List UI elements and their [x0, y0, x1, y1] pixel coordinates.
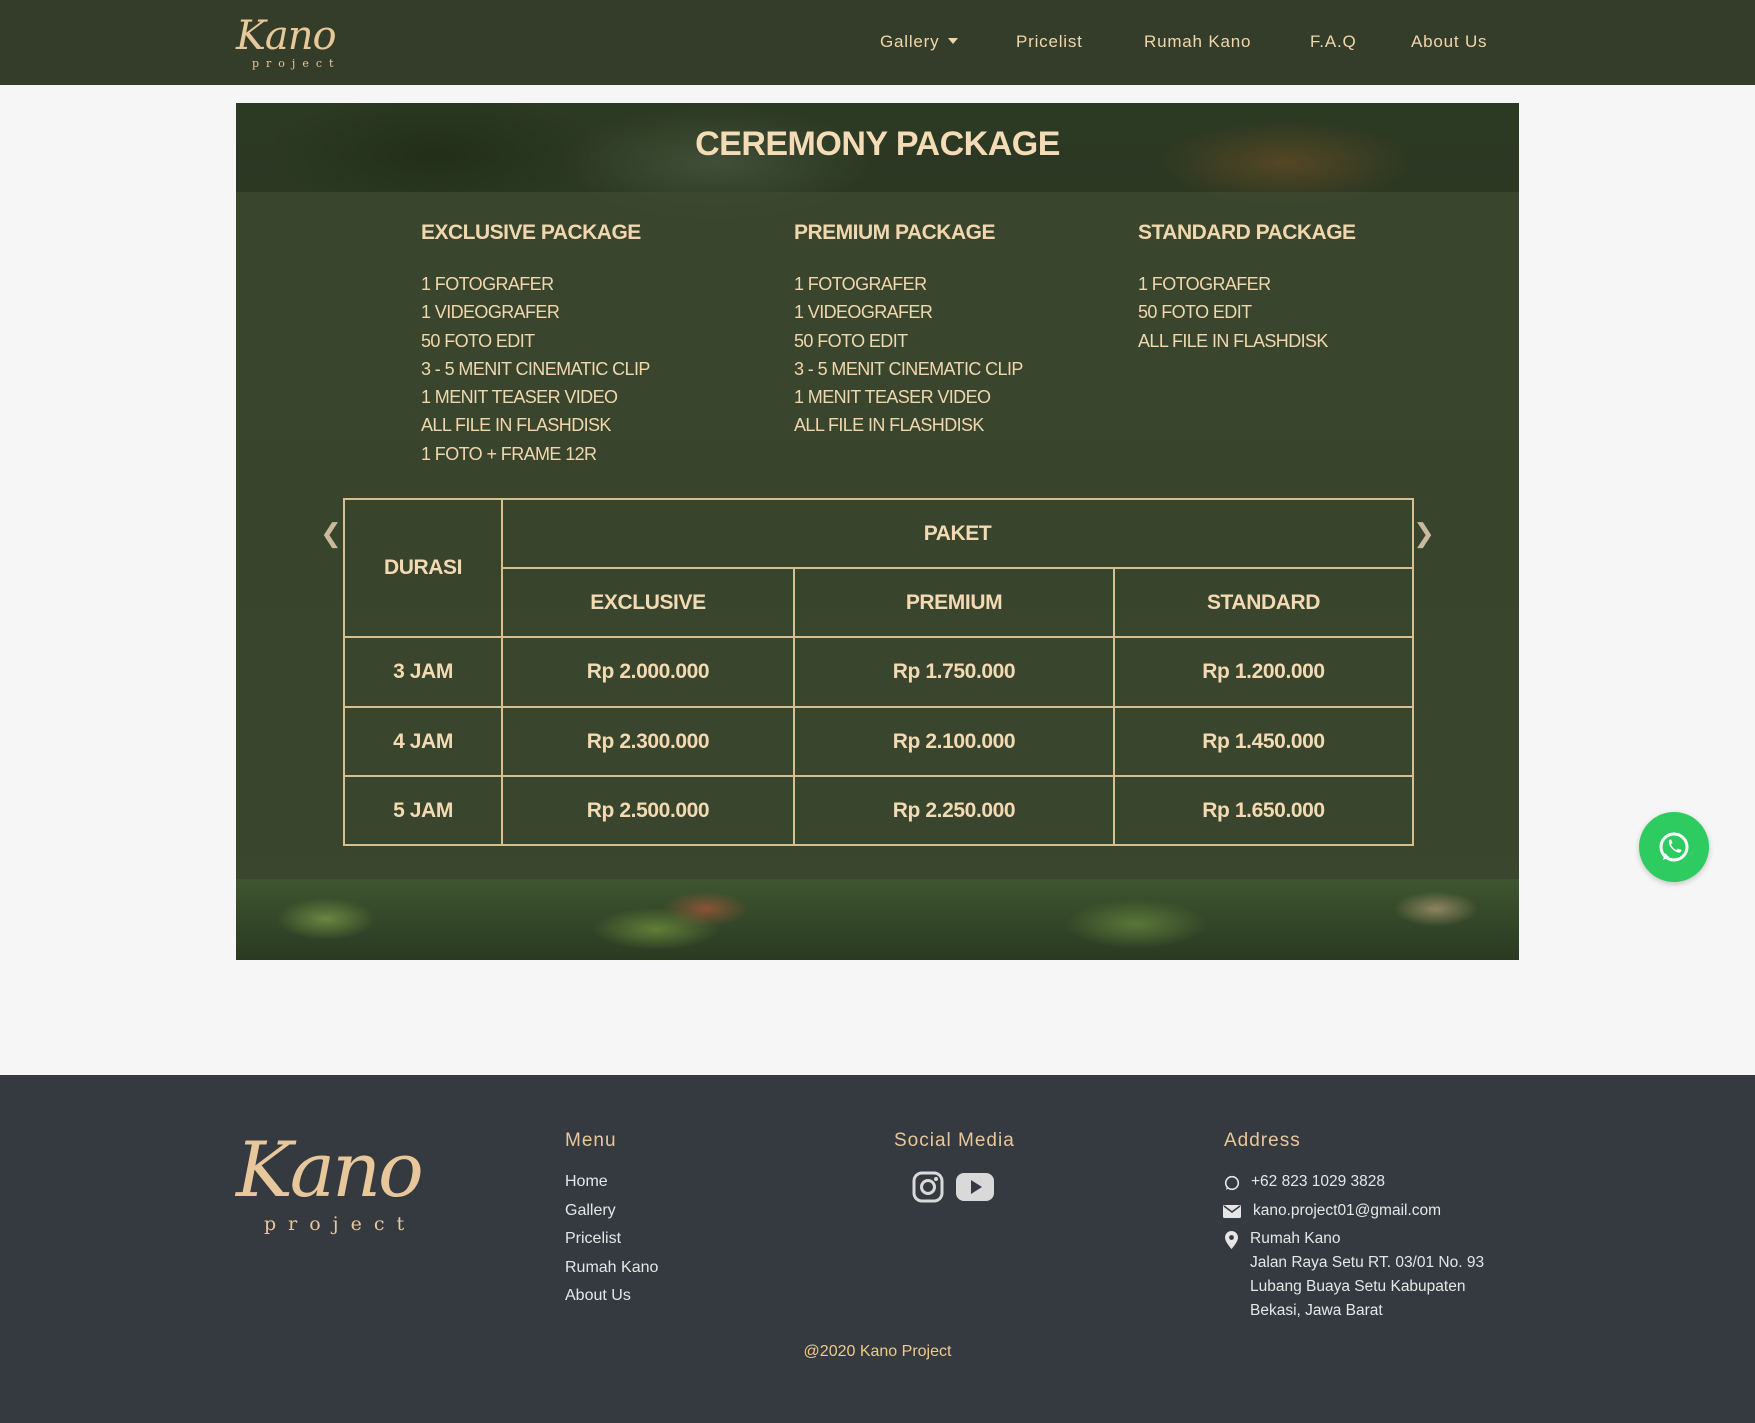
package-item: 1 MENIT TEASER VIDEO: [794, 387, 991, 408]
table-cell-price: Rp 2.000.000: [501, 636, 795, 708]
table-cell-price: Rp 1.450.000: [1113, 706, 1414, 777]
package-name: PREMIUM PACKAGE: [794, 221, 995, 244]
footer-logo-sub: project: [264, 1213, 417, 1235]
standard-package: STANDARD PACKAGE 1 FOTOGRAFER 50 FOTO ED…: [1138, 221, 1356, 355]
package-item: ALL FILE IN FLASHDISK: [421, 415, 611, 436]
table-cell-price: Rp 2.300.000: [501, 706, 795, 777]
footer-address-line: Bekasi, Jawa Barat: [1250, 1302, 1383, 1319]
pricelist-carousel: CEREMONY PACKAGE EXCLUSIVE PACKAGE 1 FOT…: [236, 103, 1519, 960]
carousel-prev-icon[interactable]: ❮: [320, 518, 342, 548]
brand-logo[interactable]: Kano project: [236, 14, 348, 72]
package-title: CEREMONY PACKAGE: [695, 125, 1060, 163]
package-item: 50 FOTO EDIT: [421, 330, 535, 351]
table-row: 5 JAM Rp 2.500.000 Rp 2.250.000 Rp 1.650…: [343, 775, 1414, 846]
footer-email[interactable]: kano.project01@gmail.com: [1253, 1202, 1441, 1220]
package-item: 50 FOTO EDIT: [794, 330, 908, 351]
nav-gallery-label: Gallery: [880, 32, 940, 51]
footer-social-title: Social Media: [894, 1130, 1015, 1151]
footer-link-about-us[interactable]: About Us: [565, 1287, 631, 1305]
footer-copyright: @2020 Kano Project: [803, 1343, 952, 1360]
table-header-durasi: DURASI: [343, 498, 503, 638]
location-pin-icon: [1225, 1231, 1238, 1249]
package-item: 50 FOTO EDIT: [1138, 302, 1252, 323]
package-item: 1 FOTO + FRAME 12R: [421, 443, 597, 464]
package-item: ALL FILE IN FLASHDISK: [794, 415, 984, 436]
footer-address-title: Address: [1224, 1130, 1301, 1151]
whatsapp-button[interactable]: [1639, 812, 1709, 882]
nav-about-us[interactable]: About Us: [1411, 30, 1487, 54]
table-cell-price: Rp 2.100.000: [793, 706, 1115, 777]
whatsapp-icon: [1659, 832, 1689, 862]
table-cell-price: Rp 2.500.000: [501, 775, 795, 846]
package-item: 1 FOTOGRAFER: [421, 274, 554, 294]
table-cell-durasi: 5 JAM: [343, 775, 503, 846]
instagram-icon[interactable]: [911, 1170, 945, 1204]
footer-link-home[interactable]: Home: [565, 1173, 608, 1191]
table-header-standard: STANDARD: [1113, 567, 1414, 638]
nav-gallery-dropdown[interactable]: Gallery: [880, 30, 959, 54]
brand-logo-script: Kano: [236, 13, 337, 59]
youtube-icon[interactable]: [955, 1172, 995, 1202]
footer-address-line: Lubang Buaya Setu Kabupaten: [1250, 1278, 1466, 1295]
premium-package: PREMIUM PACKAGE 1 FOTOGRAFER 1 VIDEOGRAF…: [794, 221, 1023, 440]
package-item: ALL FILE IN FLASHDISK: [1138, 330, 1328, 351]
table-cell-price: Rp 1.750.000: [793, 636, 1115, 708]
table-cell-price: Rp 1.200.000: [1113, 636, 1414, 708]
package-item: 3 - 5 MENIT CINEMATIC CLIP: [794, 358, 1023, 379]
package-name: EXCLUSIVE PACKAGE: [421, 221, 641, 244]
table-row: 4 JAM Rp 2.300.000 Rp 2.100.000 Rp 1.450…: [343, 706, 1414, 777]
package-item: 1 FOTOGRAFER: [1138, 274, 1271, 294]
brand-logo-sub: project: [252, 57, 341, 70]
package-item: 1 VIDEOGRAFER: [794, 302, 933, 323]
whatsapp-small-icon: [1224, 1175, 1240, 1191]
table-cell-durasi: 4 JAM: [343, 706, 503, 777]
caret-down-icon: [948, 37, 959, 44]
footer-address-line: Rumah Kano: [1250, 1230, 1341, 1247]
nav-pricelist[interactable]: Pricelist: [1016, 30, 1083, 54]
footer-link-gallery[interactable]: Gallery: [565, 1202, 616, 1220]
table-cell-durasi: 3 JAM: [343, 636, 503, 708]
table-row: 3 JAM Rp 2.000.000 Rp 1.750.000 Rp 1.200…: [343, 636, 1414, 708]
footer-link-pricelist[interactable]: Pricelist: [565, 1230, 621, 1248]
hero-photo-bottom: [236, 879, 1519, 960]
footer-link-rumah-kano[interactable]: Rumah Kano: [565, 1259, 658, 1277]
footer: Kano project Menu Home Gallery Pricelist…: [0, 1075, 1755, 1423]
nav-faq[interactable]: F.A.Q: [1310, 30, 1357, 54]
package-item: 3 - 5 MENIT CINEMATIC CLIP: [421, 358, 650, 379]
nav-rumah-kano[interactable]: Rumah Kano: [1144, 30, 1251, 54]
table-header-exclusive: EXCLUSIVE: [501, 567, 795, 638]
footer-address-line: Jalan Raya Setu RT. 03/01 No. 93: [1250, 1254, 1485, 1271]
footer-logo-script: Kano: [236, 1125, 424, 1214]
package-item: 1 VIDEOGRAFER: [421, 302, 560, 323]
package-item: 1 FOTOGRAFER: [794, 274, 927, 294]
footer-phone[interactable]: +62 823 1029 3828: [1251, 1173, 1385, 1191]
table-cell-price: Rp 1.650.000: [1113, 775, 1414, 846]
price-table: DURASI PAKET EXCLUSIVE PREMIUM STANDARD …: [343, 498, 1414, 846]
envelope-icon: [1223, 1205, 1241, 1218]
table-header-premium: PREMIUM: [793, 567, 1115, 638]
carousel-next-icon[interactable]: ❯: [1413, 518, 1435, 548]
navbar: Kano project Gallery Pricelist Rumah Kan…: [0, 0, 1755, 85]
package-name: STANDARD PACKAGE: [1138, 221, 1356, 244]
table-header-paket: PAKET: [501, 498, 1414, 569]
footer-menu-title: Menu: [565, 1130, 617, 1151]
table-cell-price: Rp 2.250.000: [793, 775, 1115, 846]
exclusive-package: EXCLUSIVE PACKAGE 1 FOTOGRAFER 1 VIDEOGR…: [421, 221, 650, 468]
package-item: 1 MENIT TEASER VIDEO: [421, 387, 618, 408]
